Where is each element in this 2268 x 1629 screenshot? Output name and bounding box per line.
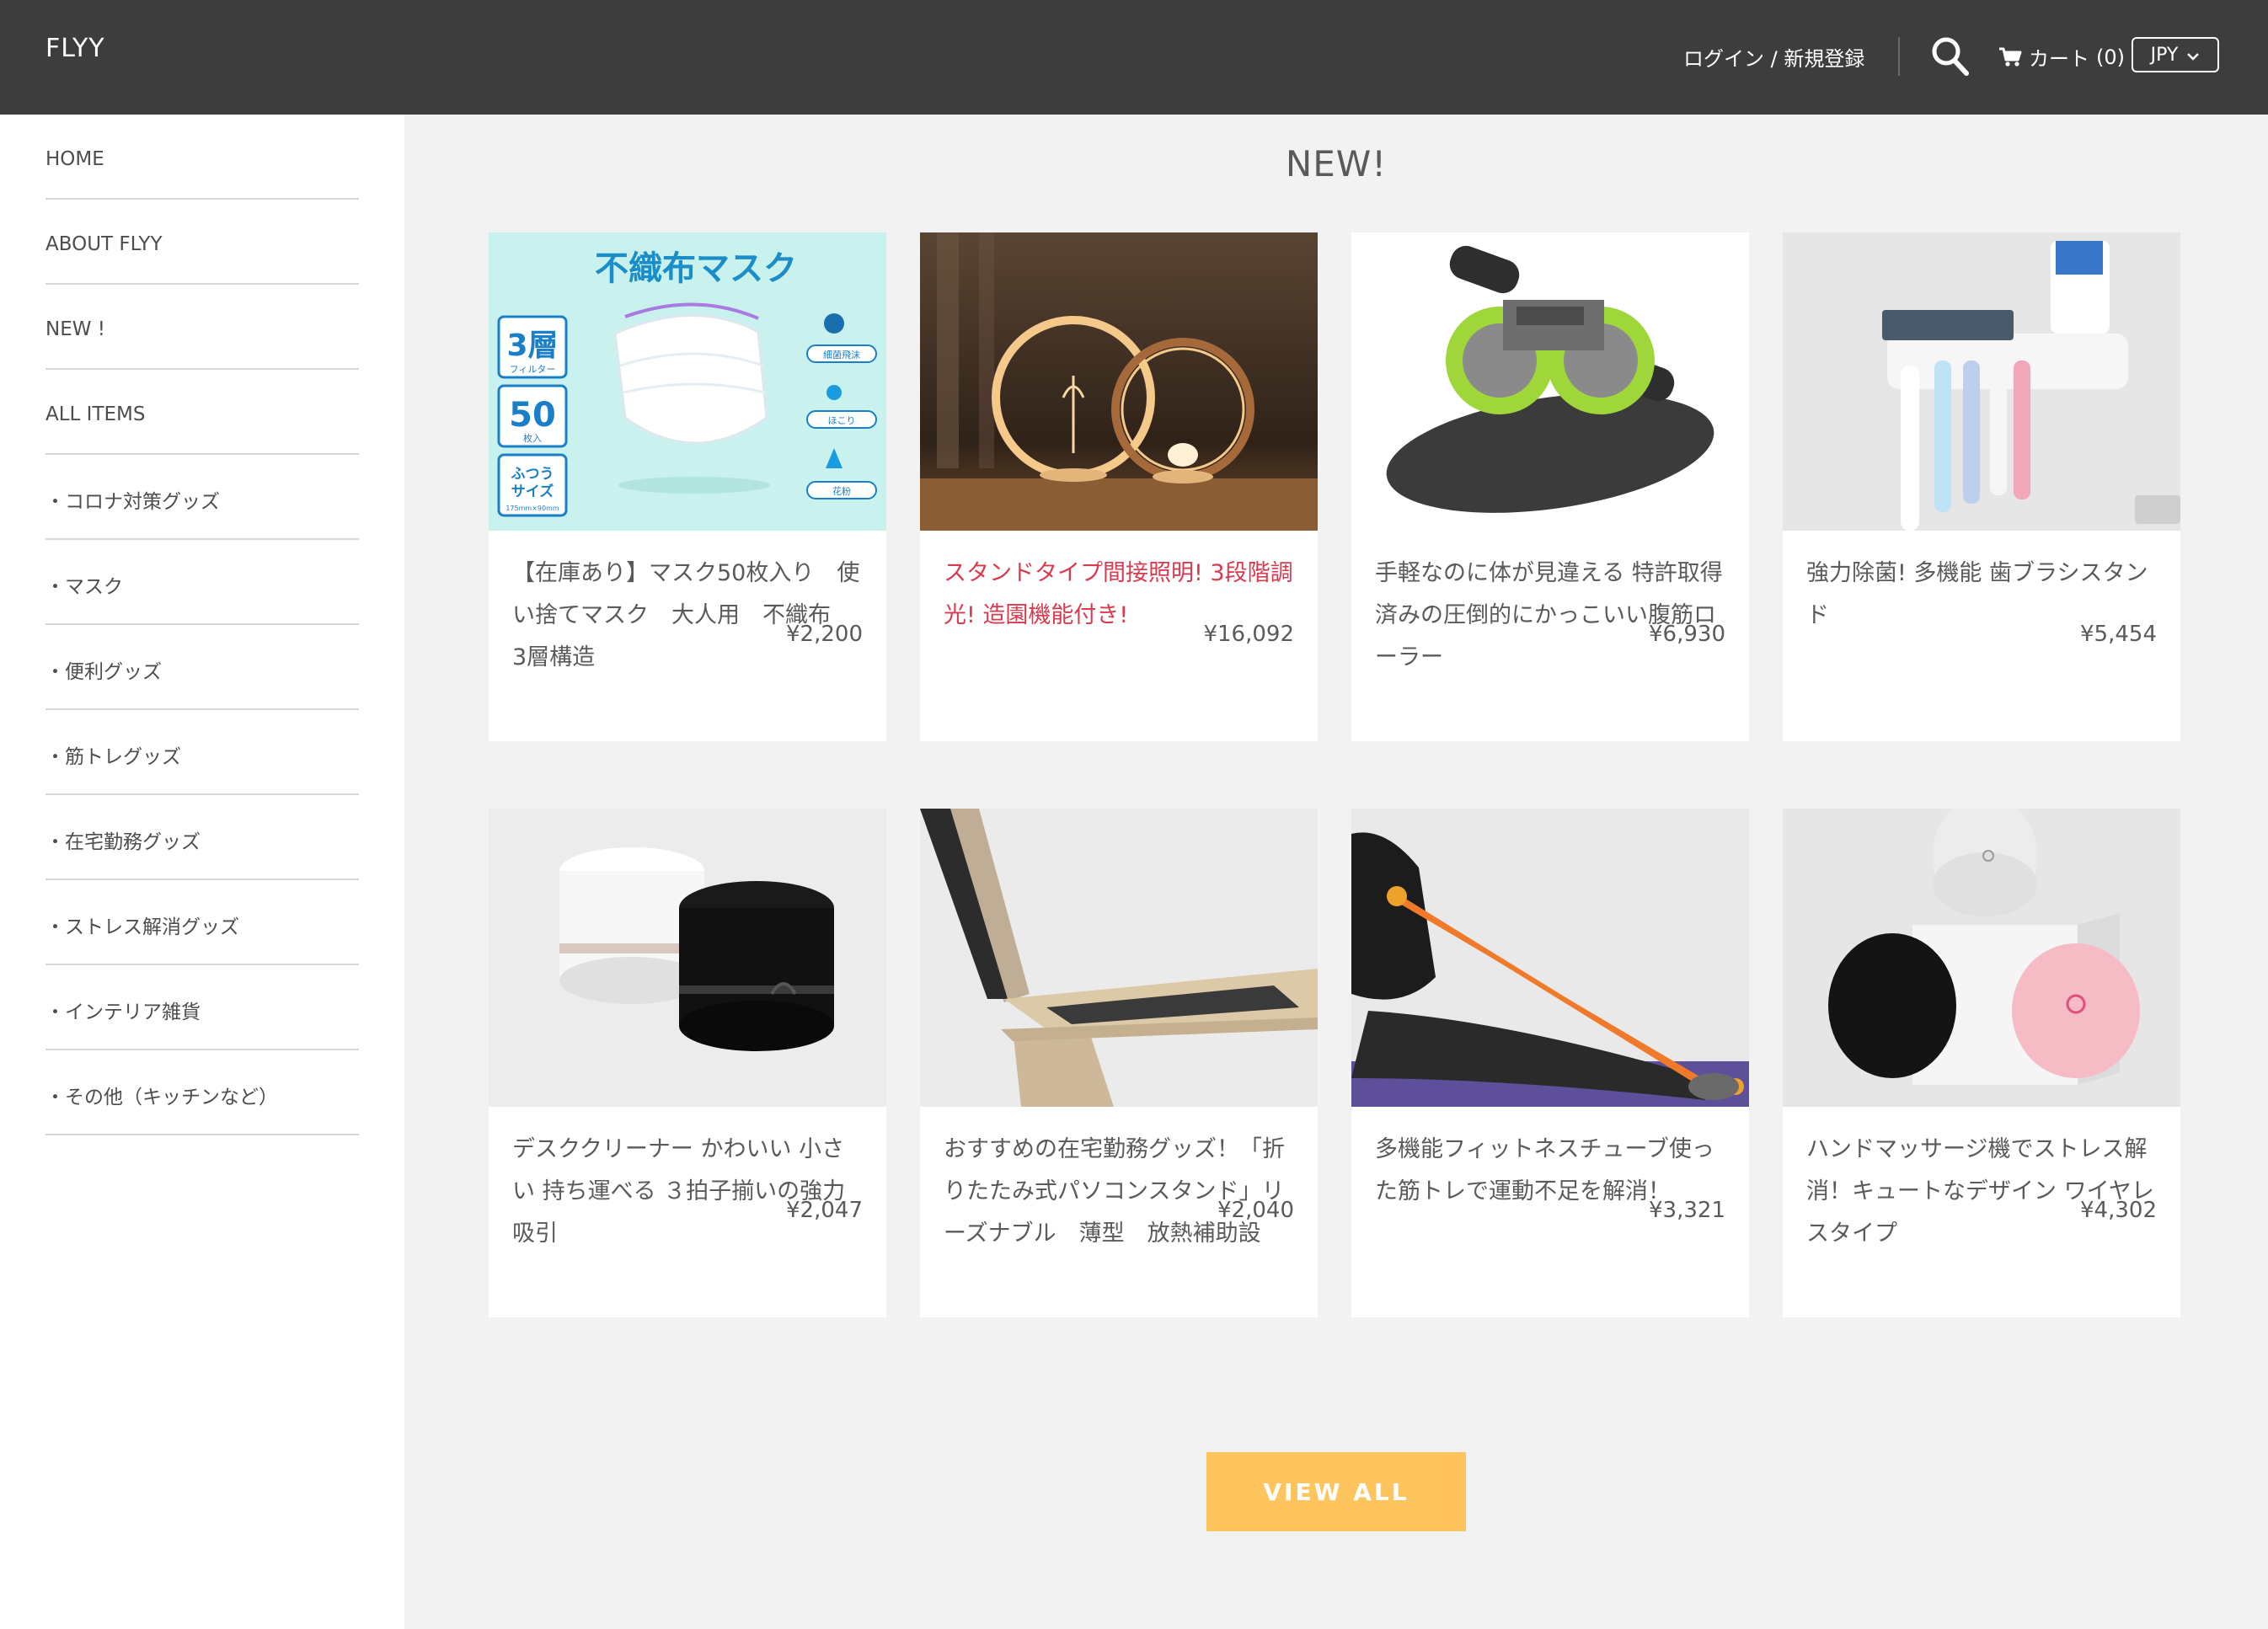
site-header: FLYY ログイン / 新規登録 カート (0) JPY	[0, 0, 2268, 115]
mask-badge-layers: 3層	[506, 328, 558, 363]
sidebar-item-corona[interactable]: ・コロナ対策グッズ	[45, 455, 359, 540]
product-image-ring-lamp[interactable]	[920, 232, 1318, 531]
sidebar-item-remote-work[interactable]: ・在宅勤務グッズ	[45, 795, 359, 880]
cart-label: カート	[2029, 47, 2089, 71]
product-price: ¥16,092	[1203, 622, 1294, 647]
product-price: ¥4,302	[2080, 1198, 2157, 1223]
sidebar-item-stress-relief[interactable]: ・ストレス解消グッズ	[45, 880, 359, 965]
product-card[interactable]: 多機能フィットネスチューブ使った筋トレで運動不足を解消！ ¥3,321	[1351, 809, 1749, 1317]
product-price: ¥6,930	[1649, 622, 1725, 647]
product-price: ¥5,454	[2080, 622, 2157, 647]
product-image-hand-massager[interactable]	[1783, 809, 2180, 1107]
product-title[interactable]: 手軽なのに体が見違える 特許取得済みの圧倒的にかっこいい腹筋ローラー	[1375, 553, 1729, 679]
cart-icon	[1998, 47, 2022, 67]
svg-text:ふつう: ふつう	[511, 466, 554, 483]
sidebar: HOME ABOUT FLYY NEW ! ALL ITEMS ・コロナ対策グッ…	[0, 115, 404, 1629]
mask-badge-count: 50	[509, 396, 556, 435]
currency-value: JPY	[2150, 44, 2179, 66]
product-card[interactable]: 手軽なのに体が見違える 特許取得済みの圧倒的にかっこいい腹筋ローラー ¥6,93…	[1351, 232, 1749, 741]
product-price: ¥2,047	[786, 1198, 863, 1223]
product-card[interactable]: おすすめの在宅勤務グッズ！「折りたたみ式パソコンスタンド」リーズナブル 薄型 放…	[920, 809, 1318, 1317]
sidebar-item-training[interactable]: ・筋トレグッズ	[45, 710, 359, 795]
section-title: NEW!	[1285, 143, 1388, 184]
svg-text:サイズ: サイズ	[511, 483, 554, 500]
search-icon[interactable]	[1929, 34, 1973, 79]
cart-count: (0)	[2096, 45, 2125, 69]
mask-box-heading: 不織布マスク	[595, 249, 797, 288]
sidebar-item-convenient[interactable]: ・便利グッズ	[45, 625, 359, 710]
sidebar-nav: HOME ABOUT FLYY NEW ! ALL ITEMS ・コロナ対策グッ…	[45, 115, 359, 1135]
view-all-button[interactable]: VIEW ALL	[1206, 1452, 1466, 1531]
chevron-down-icon	[2186, 45, 2200, 66]
mask-icon-label-pollen: 花粉	[832, 486, 851, 497]
sidebar-item-interior[interactable]: ・インテリア雑貨	[45, 965, 359, 1050]
mask-badge-size-sub: 175mm×90mm	[505, 505, 559, 512]
product-image-fitness-tube[interactable]	[1351, 809, 1749, 1107]
product-image-ab-roller[interactable]	[1351, 232, 1749, 531]
product-price: ¥3,321	[1649, 1198, 1725, 1223]
product-card[interactable]: デスククリーナー かわいい 小さい 持ち運べる ３拍子揃いの強力吸引 ¥2,04…	[489, 809, 886, 1317]
product-card[interactable]: ハンドマッサージ機でストレス解消！キュートなデザイン ワイヤレスタイプ ¥4,3…	[1783, 809, 2180, 1317]
product-price: ¥2,040	[1217, 1198, 1294, 1223]
sidebar-item-other[interactable]: ・その他（キッチンなど）	[45, 1050, 359, 1135]
sidebar-item-about[interactable]: ABOUT FLYY	[45, 200, 359, 285]
product-title[interactable]: ハンドマッサージ機でストレス解消！キュートなデザイン ワイヤレスタイプ	[1806, 1129, 2160, 1255]
sidebar-item-mask[interactable]: ・マスク	[45, 540, 359, 625]
product-image-desk-cleaner[interactable]	[489, 809, 886, 1107]
product-price: ¥2,200	[786, 622, 863, 647]
main-content: NEW! 不織布マスク 3層 フィルター 50 枚入 ふつう サイズ 175mm…	[404, 115, 2268, 1629]
sidebar-item-all-items[interactable]: ALL ITEMS	[45, 370, 359, 455]
mask-icon-label-droplet: 細菌飛沫	[823, 350, 860, 361]
mask-badge-layers-sub: フィルター	[510, 364, 556, 375]
site-logo[interactable]: FLYY	[45, 34, 105, 63]
product-image-laptop-stand[interactable]	[920, 809, 1318, 1107]
login-register-link[interactable]: ログイン / 新規登録	[1683, 42, 1864, 72]
product-title[interactable]: 【在庫あり】マスク50枚入り 使い捨てマスク 大人用 不織布 3層構造	[512, 553, 866, 679]
sidebar-item-new[interactable]: NEW !	[45, 285, 359, 370]
cart-button[interactable]: カート (0)	[1998, 42, 2125, 72]
product-image-mask[interactable]: 不織布マスク 3層 フィルター 50 枚入 ふつう サイズ 175mm×90mm…	[489, 232, 886, 531]
product-title[interactable]: デスククリーナー かわいい 小さい 持ち運べる ３拍子揃いの強力吸引	[512, 1129, 866, 1255]
mask-badge-count-sub: 枚入	[523, 432, 542, 444]
product-image-toothbrush-holder[interactable]	[1783, 232, 2180, 531]
currency-select[interactable]: JPY	[2132, 37, 2219, 72]
header-divider	[1898, 37, 1900, 76]
product-card[interactable]: 強力除菌! 多機能 歯ブラシスタンド ¥5,454	[1783, 232, 2180, 741]
product-card[interactable]: スタンドタイプ間接照明! 3段階調光! 造園機能付き! ¥16,092	[920, 232, 1318, 741]
mask-icon-label-dust: ほこり	[828, 415, 856, 426]
sidebar-item-home[interactable]: HOME	[45, 115, 359, 200]
product-title[interactable]: おすすめの在宅勤務グッズ！「折りたたみ式パソコンスタンド」リーズナブル 薄型 放…	[944, 1129, 1297, 1255]
product-card[interactable]: 不織布マスク 3層 フィルター 50 枚入 ふつう サイズ 175mm×90mm…	[489, 232, 886, 741]
